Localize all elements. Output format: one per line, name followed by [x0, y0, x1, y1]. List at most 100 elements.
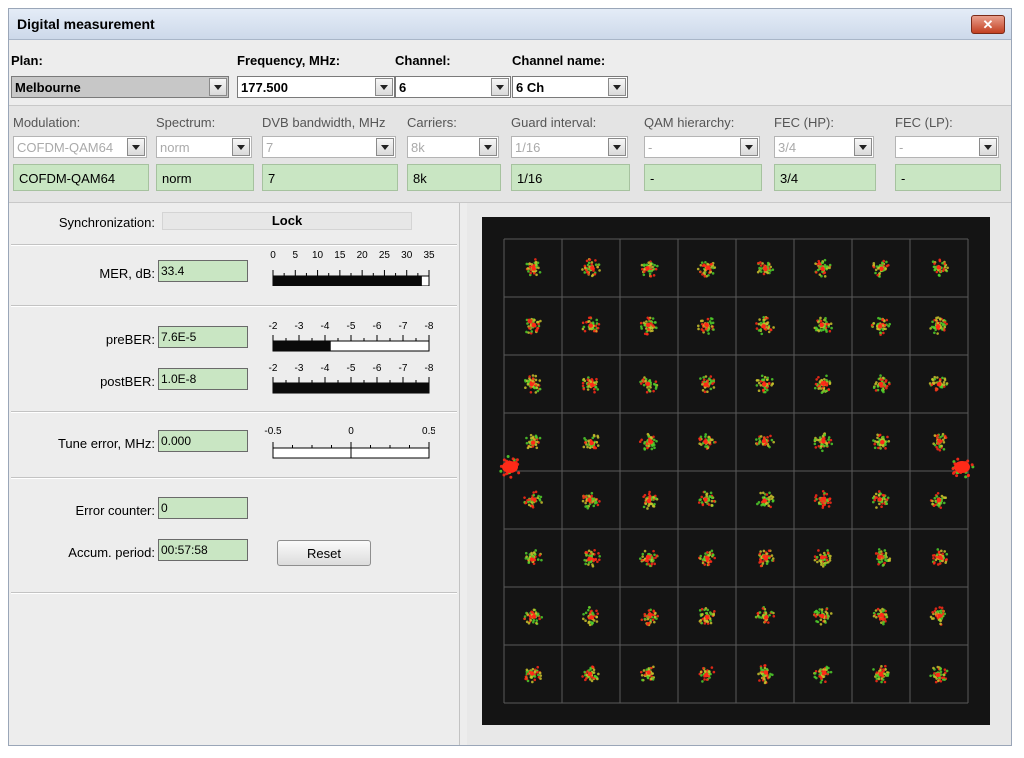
scale-label: 25: [379, 250, 391, 261]
scale-label: -7: [399, 363, 408, 374]
separator: [11, 305, 457, 307]
qam-hierarchy-label: QAM hierarchy:: [644, 115, 735, 130]
reset-button[interactable]: Reset: [277, 540, 371, 566]
separator: [459, 203, 460, 745]
carriers-current: 8k: [407, 164, 501, 191]
meter-fill: [273, 341, 331, 351]
scale-label: -6: [373, 363, 382, 374]
frequency-select[interactable]: 177.500: [237, 76, 395, 98]
guard-interval-current-value: 1/16: [517, 171, 543, 186]
guard-interval-value: 1/16: [515, 140, 541, 155]
preber-meter: -2 -3 -4 -5 -6 -7 -8: [269, 321, 434, 352]
modulation-current: COFDM-QAM64: [13, 164, 149, 191]
chevron-down-icon[interactable]: [209, 78, 227, 96]
accum-period-field: 00:57:58: [158, 539, 248, 561]
preber-label: preBER:: [105, 332, 155, 347]
separator: [11, 411, 457, 413]
scale-label: -5: [347, 363, 356, 374]
scale-label: -2: [269, 321, 278, 332]
fec-lp-select[interactable]: -: [895, 136, 999, 158]
postber-label: postBER:: [100, 374, 155, 389]
dvb-bandwidth-current: 7: [262, 164, 398, 191]
fec-hp-current-value: 3/4: [780, 171, 799, 186]
spectrum-current-value: norm: [162, 171, 192, 186]
carriers-select[interactable]: 8k: [407, 136, 499, 158]
error-counter-label: Error counter:: [75, 503, 155, 518]
dvb-bandwidth-select[interactable]: 7: [262, 136, 396, 158]
scale-label: 10: [312, 250, 324, 261]
guard-interval-select[interactable]: 1/16: [511, 136, 628, 158]
scale-label: -7: [399, 321, 408, 332]
chevron-down-icon[interactable]: [127, 138, 145, 156]
modulation-select[interactable]: COFDM-QAM64: [13, 136, 147, 158]
scale-label: -3: [295, 363, 304, 374]
guard-interval-current: 1/16: [511, 164, 630, 191]
fec-hp-label: FEC (HP):: [774, 115, 834, 130]
mer-field: 33.4: [158, 260, 248, 282]
scale-label: -5: [347, 321, 356, 332]
synchronization-value: Lock: [271, 213, 303, 228]
postber-value: 1.0E-8: [161, 372, 197, 386]
window-title: Digital measurement: [17, 16, 155, 32]
plan-select[interactable]: Melbourne: [11, 76, 229, 98]
channel-select[interactable]: 6: [395, 76, 511, 98]
accum-period-value: 00:57:58: [161, 543, 208, 557]
mer-label: MER, dB:: [99, 266, 155, 281]
chevron-down-icon[interactable]: [491, 78, 509, 96]
scale-label: -4: [321, 321, 330, 332]
chevron-down-icon[interactable]: [979, 138, 997, 156]
fec-hp-select[interactable]: 3/4: [774, 136, 874, 158]
mer-value: 33.4: [161, 264, 185, 278]
scale-label: 0: [348, 426, 354, 437]
dvb-bandwidth-value: 7: [266, 140, 274, 155]
fec-lp-value: -: [899, 140, 904, 155]
spectrum-current: norm: [156, 164, 254, 191]
channel-value: 6: [399, 80, 407, 95]
spectrum-select[interactable]: norm: [156, 136, 252, 158]
plan-label: Plan:: [11, 53, 43, 68]
chevron-down-icon[interactable]: [608, 78, 626, 96]
chevron-down-icon[interactable]: [854, 138, 872, 156]
chevron-down-icon[interactable]: [376, 138, 394, 156]
qam-hierarchy-current: -: [644, 164, 762, 191]
preber-value: 7.6E-5: [161, 330, 197, 344]
chevron-down-icon[interactable]: [375, 78, 393, 96]
close-button[interactable]: ✕: [971, 15, 1005, 34]
carriers-value: 8k: [411, 140, 425, 155]
channel-name-select[interactable]: 6 Ch: [512, 76, 628, 98]
accum-period-label: Accum. period:: [68, 545, 155, 560]
constellation-diagram: [482, 217, 990, 725]
chevron-down-icon[interactable]: [232, 138, 250, 156]
scale-label: 30: [401, 250, 413, 261]
scale-label: 5: [293, 250, 299, 261]
plan-value: Melbourne: [15, 80, 81, 95]
spectrum-value: norm: [160, 140, 190, 155]
tune-error-label: Tune error, MHz:: [57, 436, 155, 451]
carriers-label: Carriers:: [407, 115, 457, 130]
fec-lp-current-value: -: [901, 171, 906, 186]
fec-hp-current: 3/4: [774, 164, 876, 191]
meter-fill: [273, 276, 422, 286]
modulation-value: COFDM-QAM64: [17, 140, 114, 155]
dvb-bandwidth-current-value: 7: [268, 171, 276, 186]
scale-label: 0: [270, 250, 276, 261]
mer-meter: 0 5 10 15 20 25 30 35: [270, 250, 435, 286]
scale-label: -8: [425, 321, 434, 332]
qam-hierarchy-select[interactable]: -: [644, 136, 760, 158]
qam-hierarchy-value: -: [648, 140, 653, 155]
tune-error-field: 0.000: [158, 430, 248, 452]
tune-error-value: 0.000: [161, 434, 192, 448]
chevron-down-icon[interactable]: [479, 138, 497, 156]
scale-label: -6: [373, 321, 382, 332]
postber-field: 1.0E-8: [158, 368, 248, 390]
scale-label: -8: [425, 363, 434, 374]
dvb-bandwidth-label: DVB bandwidth, MHz: [262, 115, 386, 130]
chevron-down-icon[interactable]: [608, 138, 626, 156]
channel-name-value: 6 Ch: [516, 80, 545, 95]
fec-lp-label: FEC (LP):: [895, 115, 953, 130]
synchronization-indicator: Lock: [162, 212, 412, 230]
scale-label: -0.5: [264, 426, 282, 437]
scale-label: 20: [357, 250, 369, 261]
chevron-down-icon[interactable]: [740, 138, 758, 156]
spectrum-label: Spectrum:: [156, 115, 216, 130]
